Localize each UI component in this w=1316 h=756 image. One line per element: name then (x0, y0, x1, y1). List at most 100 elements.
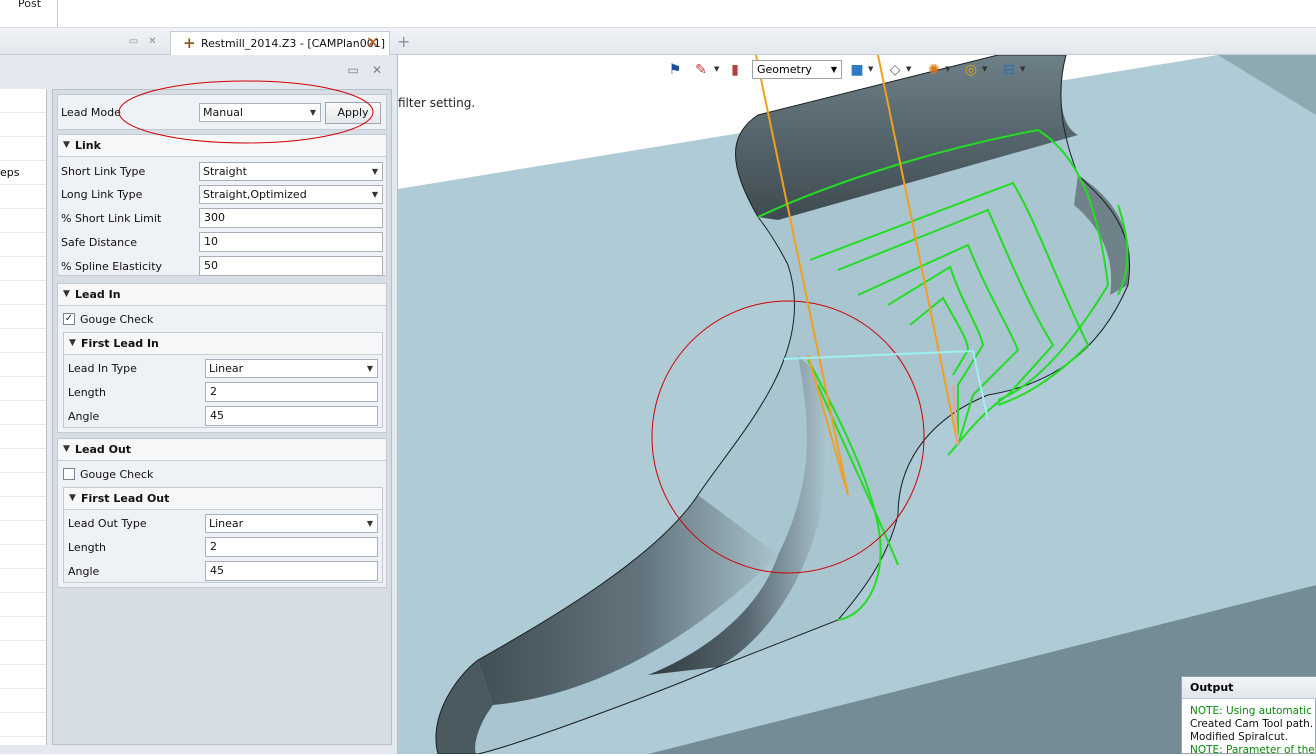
lead-out-section-header[interactable]: ▼ Lead Out (58, 439, 386, 461)
chevron-down-icon: ▼ (830, 65, 837, 74)
section-view-icon[interactable]: ⊟ (1000, 61, 1018, 79)
first-lead-in-subsection: ▼ First Lead In Lead In Type Linear ▼ Le… (63, 332, 383, 428)
new-tab-icon[interactable]: + (397, 32, 410, 51)
output-line: Modified Spiralcut. (1190, 731, 1288, 743)
output-line: Created Cam Tool path. (1190, 718, 1314, 730)
list-item[interactable] (0, 569, 46, 593)
lead-in-gouge-label: Gouge Check (80, 313, 154, 326)
list-item[interactable] (0, 353, 46, 377)
first-lead-out-subsection: ▼ First Lead Out Lead Out Type Linear ▼ … (63, 487, 383, 583)
list-item[interactable] (0, 257, 46, 281)
first-lead-out-header[interactable]: ▼ First Lead Out (64, 488, 382, 510)
list-item[interactable] (0, 137, 46, 161)
close-tab-icon[interactable]: ✕ (366, 33, 379, 52)
chevron-down-icon[interactable]: ▼ (982, 65, 987, 73)
lead-in-section-header[interactable]: ▼ Lead In (58, 284, 386, 306)
list-item-label: eps (0, 166, 20, 179)
lead-in-gouge-checkbox[interactable]: ✓ (63, 313, 75, 325)
list-item[interactable] (0, 305, 46, 329)
document-tab-title: Restmill_2014.Z3 - [CAMPlan001] (201, 37, 386, 50)
chevron-down-icon[interactable]: ▼ (714, 65, 719, 73)
3d-viewport[interactable]: filter setting. ⚑ ✎ ▼ ▮ Geometry ▼ ■ ▼ ◇… (398, 55, 1316, 754)
orient-icon[interactable]: ✺ (925, 61, 943, 79)
lead-out-type-dropdown[interactable]: Linear ▼ (205, 514, 378, 533)
long-link-type-label: Long Link Type (61, 188, 143, 201)
list-item[interactable] (0, 593, 46, 617)
pin-icon[interactable]: ▭ (348, 63, 361, 77)
first-lead-in-header[interactable]: ▼ First Lead In (64, 333, 382, 355)
chevron-down-icon: ▼ (371, 167, 378, 176)
part-model-render (398, 55, 1316, 754)
post-ribbon-button[interactable]: Post (18, 0, 41, 10)
short-link-type-dropdown[interactable]: Straight ▼ (199, 162, 383, 181)
list-item[interactable] (0, 401, 46, 425)
list-item[interactable] (0, 497, 46, 521)
lead-out-type-label: Lead Out Type (68, 517, 147, 530)
lead-out-length-input[interactable]: 2 (205, 537, 378, 557)
lead-in-type-dropdown[interactable]: Linear ▼ (205, 359, 378, 378)
tab-list-icon[interactable]: ▭ (128, 36, 139, 47)
list-item[interactable] (0, 209, 46, 233)
ribbon-separator (57, 0, 58, 27)
lead-out-angle-input[interactable]: 45 (205, 561, 378, 581)
close-icon[interactable]: ✕ (372, 63, 385, 77)
chevron-down-icon: ▼ (366, 364, 373, 373)
run-icon[interactable]: ⚑ (666, 61, 684, 79)
list-item[interactable] (0, 641, 46, 665)
measure-icon[interactable]: ✎ (692, 61, 710, 79)
chevron-down-icon[interactable]: ▼ (906, 65, 911, 73)
list-item[interactable] (0, 425, 46, 449)
list-item[interactable] (0, 89, 46, 113)
cube-view-icon[interactable]: ◇ (886, 61, 904, 79)
lead-in-angle-label: Angle (68, 410, 100, 423)
list-item[interactable] (0, 545, 46, 569)
list-item[interactable] (0, 281, 46, 305)
list-item[interactable] (0, 377, 46, 401)
short-link-type-value: Straight (203, 165, 247, 178)
lead-out-angle-label: Angle (68, 565, 100, 578)
chevron-down-icon[interactable]: ▼ (945, 65, 950, 73)
lead-in-section-title: Lead In (75, 288, 121, 301)
lead-out-section: ▼ Lead Out Gouge Check ▼ First Lead Out … (57, 438, 387, 588)
list-item[interactable] (0, 521, 46, 545)
lead-out-gouge-label: Gouge Check (80, 468, 154, 481)
list-item[interactable] (0, 689, 46, 713)
list-item[interactable] (0, 713, 46, 737)
list-item[interactable] (0, 329, 46, 353)
collapse-triangle-icon: ▼ (63, 444, 70, 454)
output-line: NOTE: Using automatic en (1190, 705, 1316, 717)
lead-mode-label: Lead Mode (61, 106, 121, 119)
output-title: Output (1182, 677, 1316, 699)
list-item[interactable] (0, 449, 46, 473)
list-item[interactable] (0, 233, 46, 257)
safe-distance-input[interactable]: 10 (199, 232, 383, 252)
chevron-down-icon[interactable]: ▼ (868, 65, 873, 73)
safe-distance-label: Safe Distance (61, 236, 137, 249)
shaded-view-icon[interactable]: ■ (848, 61, 866, 79)
chevron-down-icon[interactable]: ▼ (1020, 65, 1025, 73)
chart-icon[interactable]: ▮ (726, 61, 744, 79)
close-panel-icon[interactable]: ✕ (147, 36, 158, 47)
lead-out-gouge-checkbox[interactable] (63, 468, 75, 480)
short-link-limit-input[interactable]: 300 (199, 208, 383, 228)
list-item[interactable] (0, 113, 46, 137)
panel-header-icons: ▭ ✕ (340, 63, 386, 77)
list-item[interactable] (0, 665, 46, 689)
lead-in-angle-input[interactable]: 45 (205, 406, 378, 426)
view-mode-dropdown[interactable]: Geometry ▼ (752, 60, 842, 79)
lead-in-length-input[interactable]: 2 (205, 382, 378, 402)
link-lead-properties-panel: Lead Mode Manual ▼ Apply ▼ Link Short Li… (52, 89, 392, 745)
list-item[interactable]: eps (0, 161, 46, 185)
collapse-triangle-icon: ▼ (63, 289, 70, 299)
first-lead-in-title: First Lead In (81, 337, 159, 350)
long-link-type-dropdown[interactable]: Straight,Optimized ▼ (199, 185, 383, 204)
list-item[interactable] (0, 185, 46, 209)
link-section: ▼ Link Short Link Type Straight ▼ Long L… (57, 134, 387, 276)
document-tab[interactable]: + Restmill_2014.Z3 - [CAMPlan001] ✕ (170, 31, 390, 55)
document-icon: + (183, 34, 196, 52)
zoom-icon[interactable]: ◎ (962, 61, 980, 79)
list-item[interactable] (0, 617, 46, 641)
spline-elasticity-input[interactable]: 50 (199, 256, 383, 276)
list-item[interactable] (0, 473, 46, 497)
collapse-triangle-icon: ▼ (63, 140, 70, 150)
